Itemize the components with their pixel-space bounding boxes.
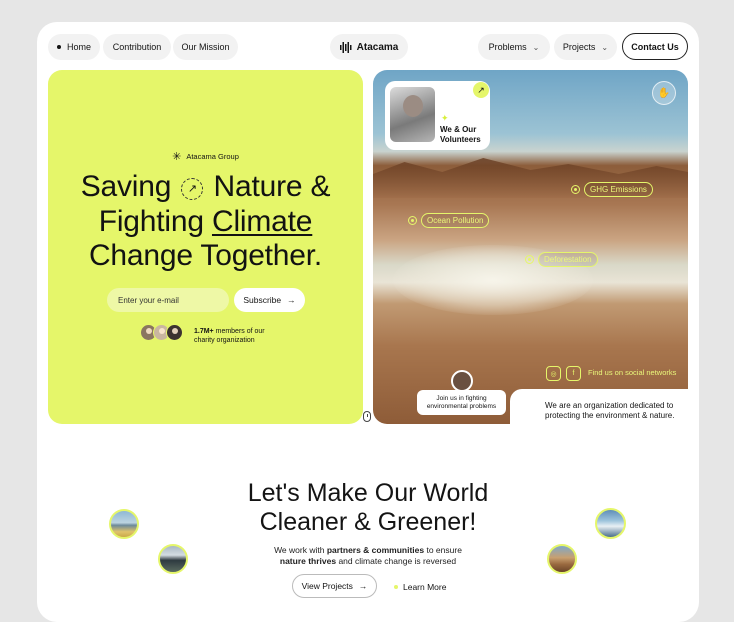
sparkle-icon: ✳ bbox=[172, 151, 182, 163]
donate-hand-icon[interactable]: ✋ bbox=[652, 81, 676, 105]
logo-text: Atacama bbox=[356, 41, 399, 53]
atacama-logo-icon bbox=[339, 41, 352, 53]
tag-ocean-pollution[interactable]: Ocean Pollution bbox=[421, 213, 490, 228]
chevron-down-icon: ⌄ bbox=[601, 42, 609, 52]
section-subtitle: We work with partners & communities to e… bbox=[37, 545, 699, 566]
nav-problems-label: Problems bbox=[488, 42, 527, 52]
headline-word-saving: Saving bbox=[80, 170, 172, 203]
volunteers-line-1: We & Our bbox=[440, 125, 477, 134]
marker-dot-icon bbox=[571, 185, 580, 194]
nav-projects-label: Projects bbox=[562, 42, 596, 52]
volunteer-photo bbox=[390, 87, 435, 142]
headline-line-3: Change Together. bbox=[88, 239, 323, 272]
nav-our-mission[interactable]: Our Mission bbox=[173, 34, 238, 60]
tag-deforestation[interactable]: Deforestation bbox=[538, 252, 598, 267]
volunteers-label: We & Our Volunteers bbox=[440, 125, 481, 144]
facebook-icon[interactable]: f bbox=[566, 366, 581, 381]
sub-text: and climate change is reversed bbox=[336, 555, 457, 566]
nav-mission-label: Our Mission bbox=[181, 42, 230, 52]
headline-word-climate: Climate bbox=[211, 204, 313, 238]
hero-panel: ✳ Atacama Group Saving ↗ Nature & Fighti… bbox=[48, 70, 363, 424]
sub-text: We work with bbox=[274, 545, 327, 555]
arrow-up-right-icon: ↗ bbox=[181, 178, 204, 201]
learn-more-link[interactable]: Learn More bbox=[394, 582, 446, 592]
section-title: Let's Make Our World Cleaner & Greener! bbox=[37, 479, 699, 536]
subscribe-button[interactable]: Subscribe → bbox=[234, 288, 305, 312]
arrow-right-icon: → bbox=[358, 581, 368, 591]
site-logo[interactable]: Atacama bbox=[330, 34, 408, 60]
view-projects-label: View Projects bbox=[301, 581, 353, 591]
nav-contribution-label: Contribution bbox=[112, 42, 162, 52]
section-title-line-1: Let's Make Our World bbox=[247, 479, 489, 507]
page: Home Contribution Our Mission Atacama Pr… bbox=[37, 22, 699, 622]
group-badge: ✳ Atacama Group bbox=[48, 150, 363, 163]
members-text-2: charity organization bbox=[194, 337, 255, 344]
subscribe-label: Subscribe bbox=[243, 295, 282, 305]
group-name: Atacama Group bbox=[186, 152, 239, 161]
nav-problems-dropdown[interactable]: Problems ⌄ bbox=[478, 34, 550, 60]
avatar bbox=[166, 324, 183, 341]
volunteers-line-2: Volunteers bbox=[440, 134, 481, 144]
nav-projects-dropdown[interactable]: Projects ⌄ bbox=[554, 34, 617, 60]
tag-ghg-emissions[interactable]: GHG Emissions bbox=[584, 182, 653, 197]
nav-contribution[interactable]: Contribution bbox=[103, 34, 171, 60]
contact-us-button[interactable]: Contact Us bbox=[622, 33, 688, 60]
nav-home-label: Home bbox=[66, 42, 91, 52]
member-avatars bbox=[140, 324, 183, 341]
sub-text: to ensure bbox=[424, 545, 462, 555]
chevron-down-icon: ⌄ bbox=[532, 42, 540, 52]
sparkle-icon: ✦ bbox=[441, 113, 449, 123]
about-line-2: protecting the environment & nature. bbox=[545, 410, 675, 420]
marker-dot-icon bbox=[525, 255, 534, 264]
about-line-1: We are an organization dedicated to bbox=[545, 401, 674, 410]
instagram-icon[interactable]: ◎ bbox=[546, 366, 561, 381]
arrow-up-right-icon[interactable]: ↗ bbox=[473, 82, 489, 98]
members-text: members of our bbox=[215, 328, 265, 335]
join-line-2: environmental problems bbox=[426, 402, 497, 410]
view-projects-button[interactable]: View Projects → bbox=[292, 574, 377, 598]
section-title-line-2: Cleaner & Greener! bbox=[259, 507, 477, 536]
sub-bold-nature: nature thrives bbox=[279, 555, 337, 566]
headline-word-fighting: Fighting bbox=[98, 204, 204, 238]
hero-image: ✦ We & Our Volunteers ↗ ✋ GHG Emissions … bbox=[373, 70, 688, 424]
email-input[interactable] bbox=[107, 288, 229, 312]
members-count: 1.7M+ bbox=[194, 328, 214, 335]
learn-more-label: Learn More bbox=[403, 582, 447, 592]
bullet-dot-icon bbox=[394, 585, 398, 589]
marker-dot-icon bbox=[408, 216, 417, 225]
hero-headline: Saving ↗ Nature & Fighting Climate Chang… bbox=[48, 170, 363, 274]
arrow-right-icon: → bbox=[287, 295, 296, 305]
avatar bbox=[451, 370, 473, 392]
about-text: We are an organization dedicated to prot… bbox=[545, 401, 674, 420]
social-label: Find us on social networks bbox=[588, 368, 677, 377]
join-line-1: Join us in fighting bbox=[436, 395, 487, 402]
sub-bold-partners: partners & communities bbox=[326, 545, 425, 555]
nav-home[interactable]: Home bbox=[48, 34, 100, 60]
scroll-mouse-icon[interactable] bbox=[363, 411, 371, 422]
members-info: 1.7M+ members of our charity organizatio… bbox=[194, 327, 265, 345]
headline-word-nature: Nature & bbox=[213, 170, 331, 203]
active-dot-icon bbox=[56, 45, 61, 49]
join-card[interactable]: Join us in fighting environmental proble… bbox=[417, 390, 506, 415]
